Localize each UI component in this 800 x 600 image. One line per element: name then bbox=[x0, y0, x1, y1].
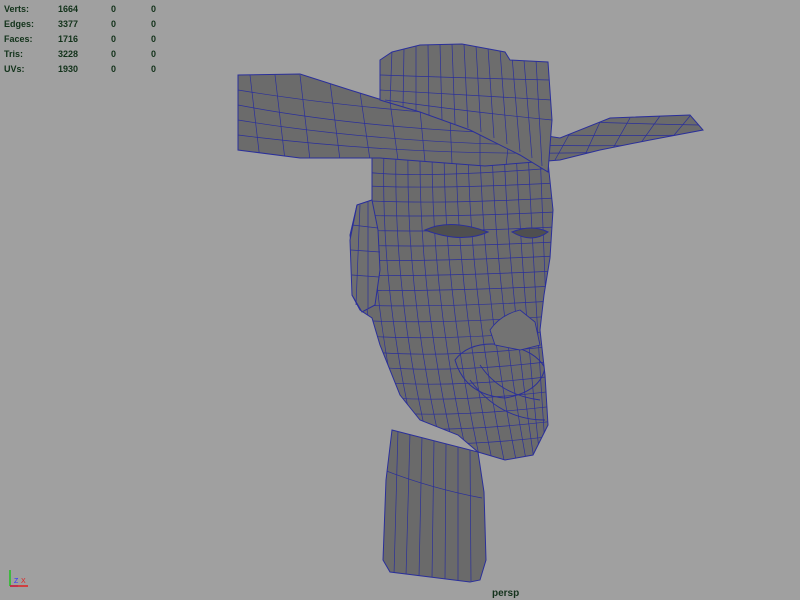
perspective-viewport[interactable]: Verts: 1664 0 0 Edges: 3377 0 0 Faces: 1… bbox=[0, 0, 800, 600]
axis-orientation-icon: Z X bbox=[9, 570, 28, 587]
ear-mesh bbox=[349, 199, 381, 313]
x-axis-label: X bbox=[21, 578, 26, 585]
camera-name-label: persp bbox=[492, 588, 520, 599]
face-mesh bbox=[349, 149, 554, 461]
neck-mesh bbox=[382, 429, 487, 583]
cowboy-head-wireframe-model[interactable] bbox=[0, 0, 800, 600]
z-axis-label: Z bbox=[14, 578, 19, 585]
